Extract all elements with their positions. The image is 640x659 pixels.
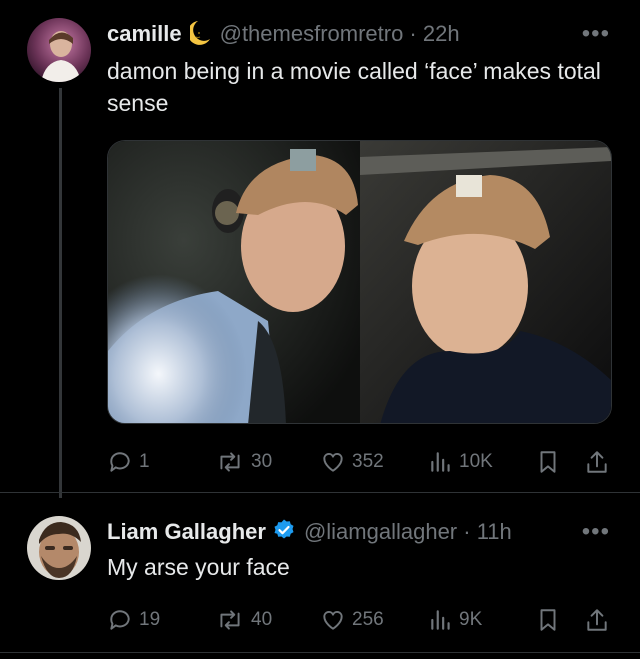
share-button[interactable] xyxy=(585,607,609,633)
author-name[interactable]: Liam Gallagher xyxy=(107,519,266,545)
like-button[interactable]: 256 xyxy=(320,607,384,633)
avatar[interactable] xyxy=(27,516,91,580)
author-name[interactable]: camille xyxy=(107,21,182,47)
retweet-icon xyxy=(220,452,240,472)
share-icon xyxy=(587,451,607,473)
views-icon xyxy=(431,452,450,472)
heart-icon xyxy=(323,611,343,630)
crescent-moon-icon xyxy=(187,19,212,50)
reply-count: 1 xyxy=(139,451,150,472)
reply-count: 19 xyxy=(139,609,161,630)
share-button[interactable] xyxy=(585,449,609,475)
retweet-count: 30 xyxy=(251,451,273,472)
like-count: 352 xyxy=(352,451,384,472)
reply-button[interactable]: 19 xyxy=(107,607,160,633)
views-icon xyxy=(431,610,450,630)
photo-right[interactable] xyxy=(360,141,611,423)
heart-icon xyxy=(323,453,343,472)
more-options-icon[interactable]: ••• xyxy=(582,20,610,48)
verified-badge-icon xyxy=(272,518,296,547)
like-button[interactable]: 352 xyxy=(320,449,384,475)
views-button[interactable]: 9K xyxy=(429,607,482,633)
author-handle-time[interactable]: @liamgallagher · 11h xyxy=(304,519,512,545)
bookmark-icon xyxy=(540,451,556,473)
view-count: 9K xyxy=(459,609,483,630)
tweet-text: damon being in a movie called ‘face’ mak… xyxy=(107,58,601,116)
bookmark-button[interactable] xyxy=(537,607,559,633)
share-icon xyxy=(587,609,607,631)
divider xyxy=(0,652,640,653)
thread-line xyxy=(59,88,62,498)
tweet-media[interactable] xyxy=(107,140,612,424)
divider xyxy=(0,492,640,493)
bookmark-button[interactable] xyxy=(537,449,559,475)
author-handle-time[interactable]: @themesfromretro · 22h xyxy=(220,21,460,47)
tweet-actions: 1 30 352 10K xyxy=(107,446,614,478)
retweet-count: 40 xyxy=(251,609,273,630)
more-options-icon[interactable]: ••• xyxy=(582,518,610,546)
tweet-header: Liam Gallagher @liamgallagher · 11h xyxy=(107,517,512,547)
views-button[interactable]: 10K xyxy=(429,449,493,475)
retweet-button[interactable]: 40 xyxy=(215,607,272,633)
tweet-text: My arse your face xyxy=(107,554,290,580)
like-count: 256 xyxy=(352,609,384,630)
reply-button[interactable]: 1 xyxy=(107,449,150,475)
view-count: 10K xyxy=(459,451,493,472)
photo-left[interactable] xyxy=(108,141,360,423)
reply-icon xyxy=(110,452,130,472)
bookmark-icon xyxy=(540,609,556,631)
tweet-header: camille @themesfromretro · 22h xyxy=(107,19,460,49)
tweet-camille[interactable]: camille @themesfromretro · 22h ••• damon… xyxy=(0,0,640,498)
tweet-actions: 19 40 256 9K xyxy=(107,604,614,636)
retweet-icon xyxy=(220,610,240,630)
retweet-button[interactable]: 30 xyxy=(215,449,272,475)
tweet-liam-gallagher[interactable]: Liam Gallagher @liamgallagher · 11h ••• … xyxy=(0,496,640,659)
avatar[interactable] xyxy=(27,18,91,82)
reply-icon xyxy=(110,610,130,630)
